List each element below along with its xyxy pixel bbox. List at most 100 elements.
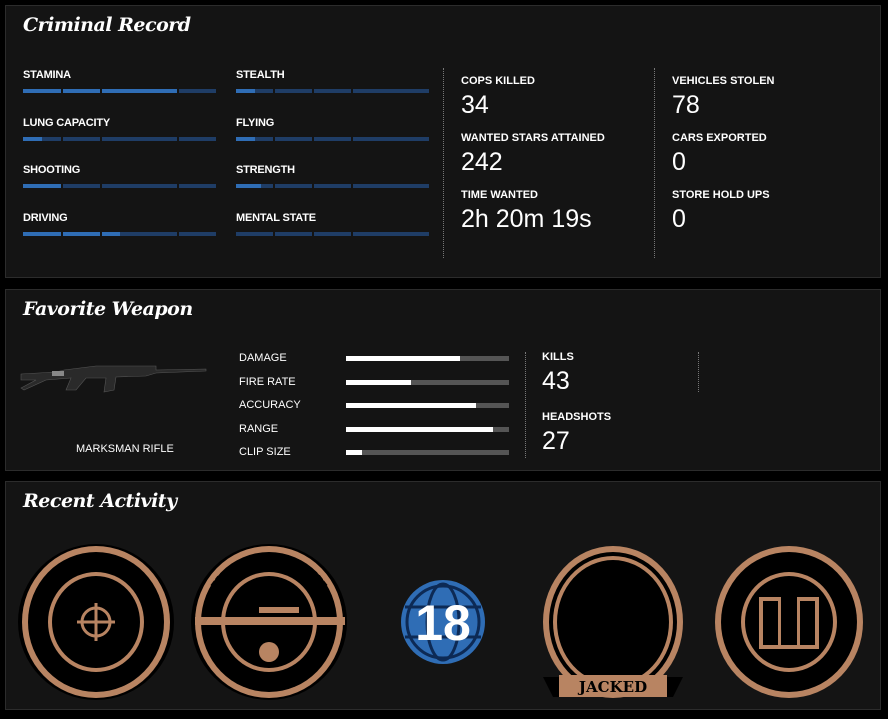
bar-segment-divider: [100, 136, 102, 141]
bar-segment-divider: [312, 184, 314, 188]
stat-value: 78: [672, 91, 700, 119]
weapon-stat-kills: KILLS 43: [542, 351, 574, 396]
skill-driving: DRIVING: [23, 211, 216, 236]
skill-progress-fill: [23, 184, 62, 188]
bar-segment-divider: [100, 231, 102, 236]
bar-segment-divider: [351, 231, 353, 236]
stat-value: 242: [461, 148, 503, 176]
skill-progress-bar: [23, 231, 216, 236]
jacked-badge[interactable]: JACKED: [533, 537, 693, 707]
weapon-attr-bar: [346, 426, 509, 432]
bar-segment-divider: [351, 89, 353, 93]
bar-segment-divider: [177, 89, 179, 93]
weapon-attr-fill: [346, 403, 477, 408]
skill-label: SHOOTING: [23, 164, 81, 176]
stat-value: 0: [672, 205, 686, 233]
skill-progress-bar: [23, 184, 216, 188]
skill-progress-bar: [23, 136, 216, 141]
stat-label: TIME WANTED: [461, 189, 538, 201]
bar-segment-divider: [312, 89, 314, 93]
divider: [443, 68, 444, 258]
skill-stealth: STEALTH: [236, 69, 429, 93]
bar-segment-divider: [61, 89, 63, 93]
skill-label: STAMINA: [23, 69, 71, 81]
weapon-attr-fill: [346, 379, 412, 385]
stat-label: WANTED STARS ATTAINED: [461, 132, 605, 144]
stat-value: 27: [542, 427, 570, 455]
stat-value: 43: [542, 367, 570, 395]
stat-label: VEHICLES STOLEN: [672, 75, 775, 87]
favorite-weapon-panel: Favorite Weapon MARKSMAN RIFLE DAMAGE FIR…: [5, 289, 881, 471]
stat-cops-killed: COPS KILLED 34: [461, 75, 535, 120]
skill-label: MENTAL STATE: [236, 211, 316, 224]
divider: [525, 352, 526, 458]
bar-segment-divider: [61, 231, 63, 236]
skill-label: LUNG CAPACITY: [23, 116, 111, 129]
stat-cars-exported: CARS EXPORTED 0: [672, 132, 767, 177]
divider: [654, 68, 655, 258]
stat-label: CARS EXPORTED: [672, 132, 767, 144]
stat-label: STORE HOLD UPS: [672, 189, 770, 201]
weapon-attr-label: FIRE RATE: [239, 375, 296, 388]
stat-time-wanted: TIME WANTED 2h 20m 19s: [461, 189, 592, 234]
weapon-attr-fill: [346, 450, 363, 455]
bar-segment-divider: [273, 231, 275, 236]
svg-text:JACKED: JACKED: [577, 678, 647, 696]
weapon-attr-label: DAMAGE: [239, 352, 287, 364]
svg-text:18: 18: [415, 595, 471, 651]
stat-value: 34: [461, 91, 489, 119]
skill-label: DRIVING: [23, 211, 68, 224]
weapon-attr-fill: [346, 356, 461, 361]
bar-segment-divider: [273, 89, 275, 93]
bar-segment-divider: [100, 184, 102, 188]
bar-segment-divider: [61, 136, 63, 141]
headshots-badge[interactable]: HEAD SHOTS: [16, 537, 176, 707]
stat-label: COPS KILLED: [461, 75, 535, 87]
killed-with-sniper-badge[interactable]: KILLED WITH SNIPER: [189, 537, 349, 707]
weapon-stat-headshots: HEADSHOTS 27: [542, 411, 611, 456]
weapon-attr-fill: [346, 426, 493, 432]
skill-label: STEALTH: [236, 69, 285, 81]
bar-segment-divider: [273, 136, 275, 141]
divider: [698, 352, 699, 392]
stat-label: HEADSHOTS: [542, 411, 612, 423]
stat-value: 0: [672, 148, 686, 176]
bar-segment-divider: [351, 136, 353, 141]
weapon-attr-bar: [346, 356, 509, 361]
time-as-passenger-badge[interactable]: TIME AS PASSENGER: [709, 537, 869, 707]
weapon-attr-label: ACCURACY: [239, 399, 301, 411]
weapon-attr-bar: [346, 379, 509, 385]
skill-progress-bar: [236, 136, 429, 141]
weapon-attr-bar: [346, 450, 509, 455]
weapon-name: MARKSMAN RIFLE: [76, 443, 174, 455]
skill-progress-fill: [236, 184, 262, 188]
skill-lung-capacity: LUNG CAPACITY: [23, 116, 216, 141]
skill-flying: FLYING: [236, 116, 429, 141]
level-globe-badge[interactable]: 18: [363, 537, 523, 707]
skill-mental-state: MENTAL STATE: [236, 211, 429, 236]
weapon-attr-bar: [346, 403, 509, 408]
marksman-rifle-image: [20, 365, 207, 393]
skill-progress-fill: [23, 136, 43, 141]
bar-segment-divider: [177, 136, 179, 141]
skill-progress-fill: [236, 89, 256, 93]
bar-segment-divider: [100, 89, 102, 93]
skill-progress-fill: [236, 136, 256, 141]
stat-vehicles-stolen: VEHICLES STOLEN 78: [672, 75, 774, 120]
skill-strength: STRENGTH: [236, 164, 429, 188]
skill-label: STRENGTH: [236, 164, 295, 176]
bar-segment-divider: [312, 231, 314, 236]
stat-label: KILLS: [542, 351, 574, 363]
criminal-record-panel: Criminal Record STAMINA STEALTH LUNG CAPAC…: [5, 5, 881, 278]
criminal-record-title: Criminal Record: [23, 14, 191, 36]
stat-wanted-stars-attained: WANTED STARS ATTAINED 242: [461, 132, 605, 177]
skill-progress-bar: [236, 184, 429, 188]
skill-shooting: SHOOTING: [23, 164, 216, 188]
skill-progress-bar: [236, 89, 429, 93]
skill-label: FLYING: [236, 116, 275, 129]
skill-progress-fill: [23, 231, 120, 236]
recent-activity-title: Recent Activity: [23, 490, 177, 512]
recent-activity-panel: Recent Activity HEAD SHOTS KILLED WITH SNIP…: [5, 481, 881, 710]
bar-segment-divider: [273, 184, 275, 188]
stat-value: 2h 20m 19s: [461, 205, 592, 233]
